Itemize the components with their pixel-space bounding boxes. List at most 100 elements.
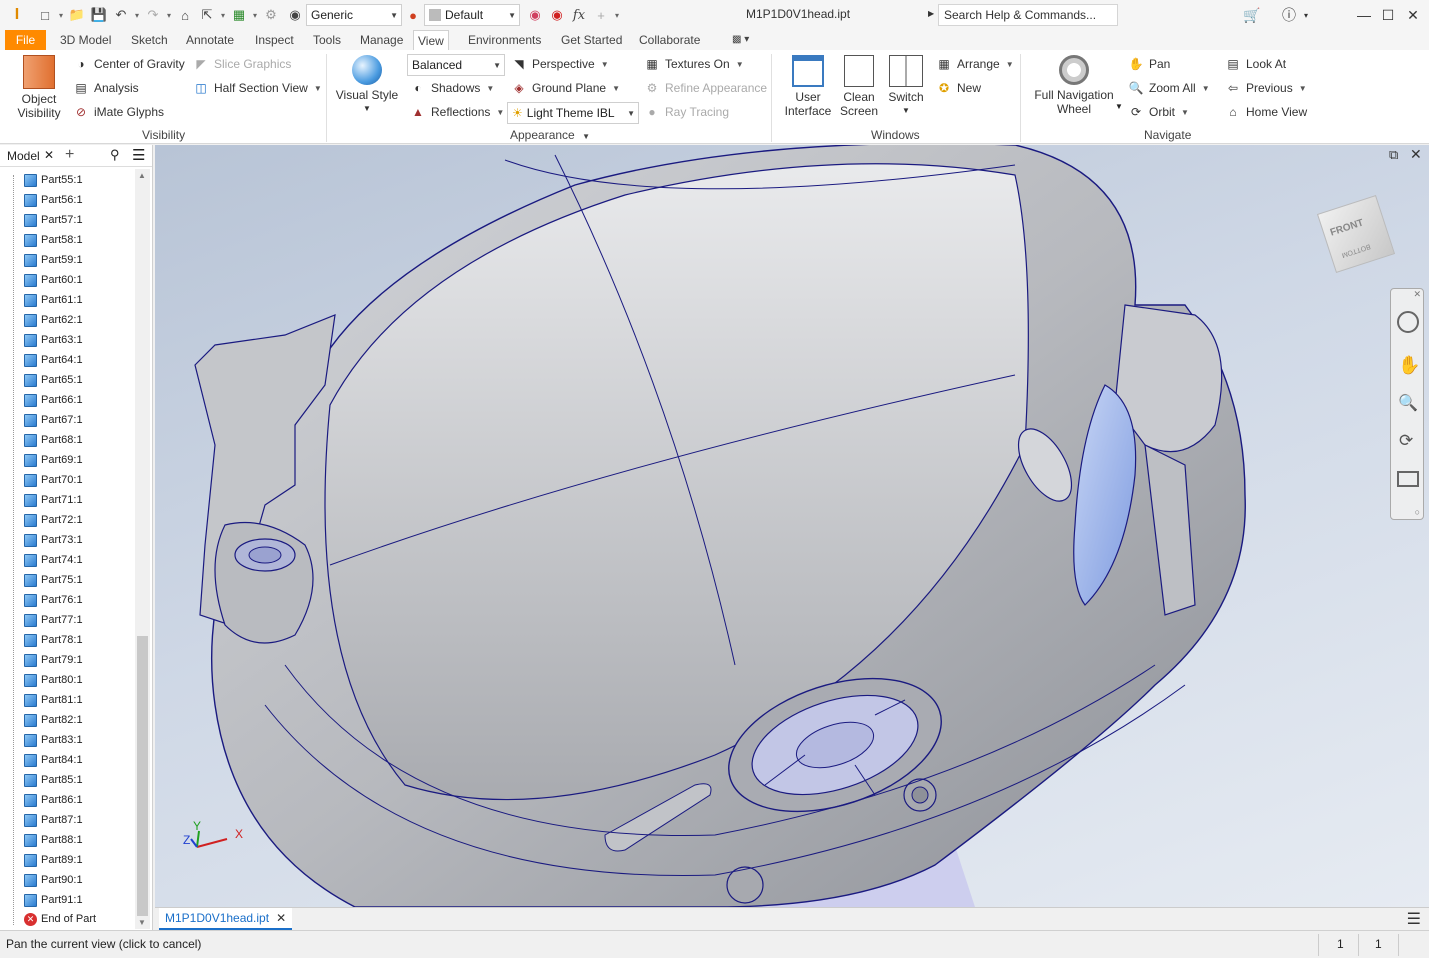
redo-icon[interactable]: ↷	[142, 4, 164, 26]
half-section-view-button[interactable]: ◫ Half Section View ▼	[193, 80, 321, 96]
tab-collaborate[interactable]: Collaborate	[635, 30, 704, 50]
undo-dropdown-icon[interactable]: ▾	[132, 11, 142, 20]
end-of-part-item[interactable]: ✕ End of Part	[24, 909, 96, 929]
browser-tree-item[interactable]: Part72:1	[24, 510, 83, 530]
ribbon-options-icon[interactable]: ▩ ▾	[728, 30, 753, 50]
look-at-button[interactable]: ▤ Look At	[1225, 56, 1286, 72]
browser-tree-item[interactable]: Part55:1	[24, 170, 83, 190]
tab-sketch[interactable]: Sketch	[127, 30, 172, 50]
browser-tree-item[interactable]: Part81:1	[24, 690, 83, 710]
chevron-down-icon[interactable]: ▼	[1115, 102, 1123, 111]
zoom-icon[interactable]: 🔍	[1398, 393, 1418, 413]
parameters-fx-icon[interactable]: fx	[568, 4, 590, 26]
redo-dropdown-icon[interactable]: ▾	[164, 11, 174, 20]
material-combo[interactable]: Generic ▼	[306, 4, 402, 26]
tab-manage[interactable]: Manage	[356, 30, 407, 50]
look-at-icon[interactable]	[1397, 471, 1419, 487]
browser-tree-item[interactable]: Part85:1	[24, 770, 83, 790]
visual-style-button[interactable]: Visual Style ▼	[334, 55, 400, 116]
browser-tree-item[interactable]: Part64:1	[24, 350, 83, 370]
tab-environments[interactable]: Environments	[464, 30, 545, 50]
browser-tree-item[interactable]: Part79:1	[24, 650, 83, 670]
chevron-right-icon[interactable]: ▶	[928, 9, 934, 18]
close-icon[interactable]: ✕	[1413, 289, 1421, 300]
browser-tree-item[interactable]: Part80:1	[24, 670, 83, 690]
hamburger-menu-icon[interactable]: ☰	[132, 146, 145, 164]
browser-tree-item[interactable]: Part78:1	[24, 630, 83, 650]
tab-view[interactable]: View	[413, 30, 449, 51]
reflections-button[interactable]: ▲ Reflections ▼	[410, 104, 504, 120]
clear-appearance-icon[interactable]: ◉	[546, 4, 568, 26]
select-icon[interactable]: ⇱	[196, 4, 218, 26]
pan-button[interactable]: ✋ Pan	[1128, 56, 1171, 72]
share-icon[interactable]: ⚙	[260, 4, 282, 26]
tab-tools[interactable]: Tools	[309, 30, 345, 50]
appearance-combo[interactable]: Default ▼	[424, 4, 520, 26]
browser-tree-item[interactable]: Part91:1	[24, 890, 83, 910]
ray-tracing-button[interactable]: ● Ray Tracing	[644, 104, 729, 120]
imate-glyphs-button[interactable]: ⊘ iMate Glyphs	[73, 104, 164, 120]
browser-tree-item[interactable]: Part88:1	[24, 830, 83, 850]
ground-plane-button[interactable]: ◈ Ground Plane ▼	[511, 80, 620, 96]
new-window-button[interactable]: ✪ New	[936, 80, 981, 96]
arrange-button[interactable]: ▦ Arrange ▼	[936, 56, 1013, 72]
user-interface-button[interactable]: User Interface	[781, 55, 835, 118]
analysis-button[interactable]: ▤ Analysis	[73, 80, 138, 96]
browser-scrollbar[interactable]: ▲ ▼	[135, 169, 150, 929]
save-icon[interactable]: 💾	[88, 4, 110, 26]
graphics-viewport[interactable]: FRONT BOTTOM ⧉ ✕ ✕ ✋ 🔍 ⟳ ○ X Y Z	[155, 145, 1429, 907]
minimize-icon[interactable]: —	[1353, 4, 1375, 26]
add-icon[interactable]: +	[590, 4, 612, 26]
select-dropdown-icon[interactable]: ▾	[218, 11, 228, 20]
browser-tree-item[interactable]: Part69:1	[24, 450, 83, 470]
new-file-icon[interactable]: □	[34, 4, 56, 26]
browser-tree-item[interactable]: Part67:1	[24, 410, 83, 430]
object-visibility-button[interactable]: Object Visibility	[12, 55, 66, 120]
previous-view-button[interactable]: ⇦ Previous ▼	[1225, 80, 1307, 96]
scroll-down-icon[interactable]: ▼	[138, 918, 146, 927]
browser-tree-item[interactable]: Part62:1	[24, 310, 83, 330]
tab-annotate[interactable]: Annotate	[182, 30, 238, 50]
browser-tree-item[interactable]: Part87:1	[24, 810, 83, 830]
scroll-thumb[interactable]	[137, 636, 148, 916]
clean-screen-button[interactable]: Clean Screen	[837, 55, 881, 118]
browser-tree-item[interactable]: Part77:1	[24, 610, 83, 630]
browser-tree-item[interactable]: Part61:1	[24, 290, 83, 310]
browser-tree-item[interactable]: Part84:1	[24, 750, 83, 770]
maximize-view-icon[interactable]: ⧉	[1389, 147, 1398, 163]
browser-tree-item[interactable]: Part63:1	[24, 330, 83, 350]
search-icon[interactable]: ⚲	[110, 147, 120, 163]
browser-tree-item[interactable]: Part68:1	[24, 430, 83, 450]
close-icon[interactable]: ✕	[1402, 4, 1424, 26]
textures-on-button[interactable]: ▦ Textures On ▼	[644, 56, 743, 72]
new-dropdown-icon[interactable]: ▾	[56, 11, 66, 20]
home-view-button[interactable]: ⌂ Home View	[1225, 104, 1307, 120]
browser-tree-item[interactable]: Part75:1	[24, 570, 83, 590]
view-cube-front[interactable]: FRONT	[1329, 217, 1365, 238]
view-cube-bottom[interactable]: BOTTOM	[1341, 242, 1372, 258]
browser-tree-item[interactable]: Part70:1	[24, 470, 83, 490]
full-navigation-wheel-button[interactable]: Full Navigation Wheel	[1030, 55, 1118, 116]
add-browser-icon[interactable]: +	[65, 146, 74, 164]
browser-tree-item[interactable]: Part71:1	[24, 490, 83, 510]
lighting-combo[interactable]: ☀ Light Theme IBL ▼	[507, 102, 639, 124]
zoom-all-button[interactable]: 🔍 Zoom All ▼	[1128, 80, 1210, 96]
perspective-button[interactable]: ◥ Perspective ▼	[511, 56, 608, 72]
hamburger-menu-icon[interactable]: ☰	[1407, 909, 1421, 929]
document-tab[interactable]: M1P1D0V1head.ipt ✕	[159, 908, 293, 930]
close-icon[interactable]: ✕	[276, 911, 286, 925]
browser-tree-item[interactable]: Part58:1	[24, 230, 83, 250]
slice-graphics-button[interactable]: ◤ Slice Graphics	[193, 56, 291, 72]
browser-tree-item[interactable]: Part56:1	[24, 190, 83, 210]
browser-tree-item[interactable]: Part90:1	[24, 870, 83, 890]
shadows-button[interactable]: ◐ Shadows ▼	[410, 80, 494, 96]
appearance-panel-label[interactable]: Appearance ▼	[510, 128, 590, 142]
open-folder-icon[interactable]: 📁	[66, 4, 88, 26]
search-input[interactable]: Search Help & Commands...	[938, 4, 1118, 26]
browser-tree-item[interactable]: Part82:1	[24, 710, 83, 730]
switch-button[interactable]: Switch ▼	[883, 55, 929, 118]
steering-wheel-icon[interactable]	[1397, 311, 1419, 333]
browser-tree-item[interactable]: Part57:1	[24, 210, 83, 230]
cart-icon[interactable]: 🛒	[1241, 4, 1263, 26]
app-logo-icon[interactable]: I	[6, 4, 28, 26]
